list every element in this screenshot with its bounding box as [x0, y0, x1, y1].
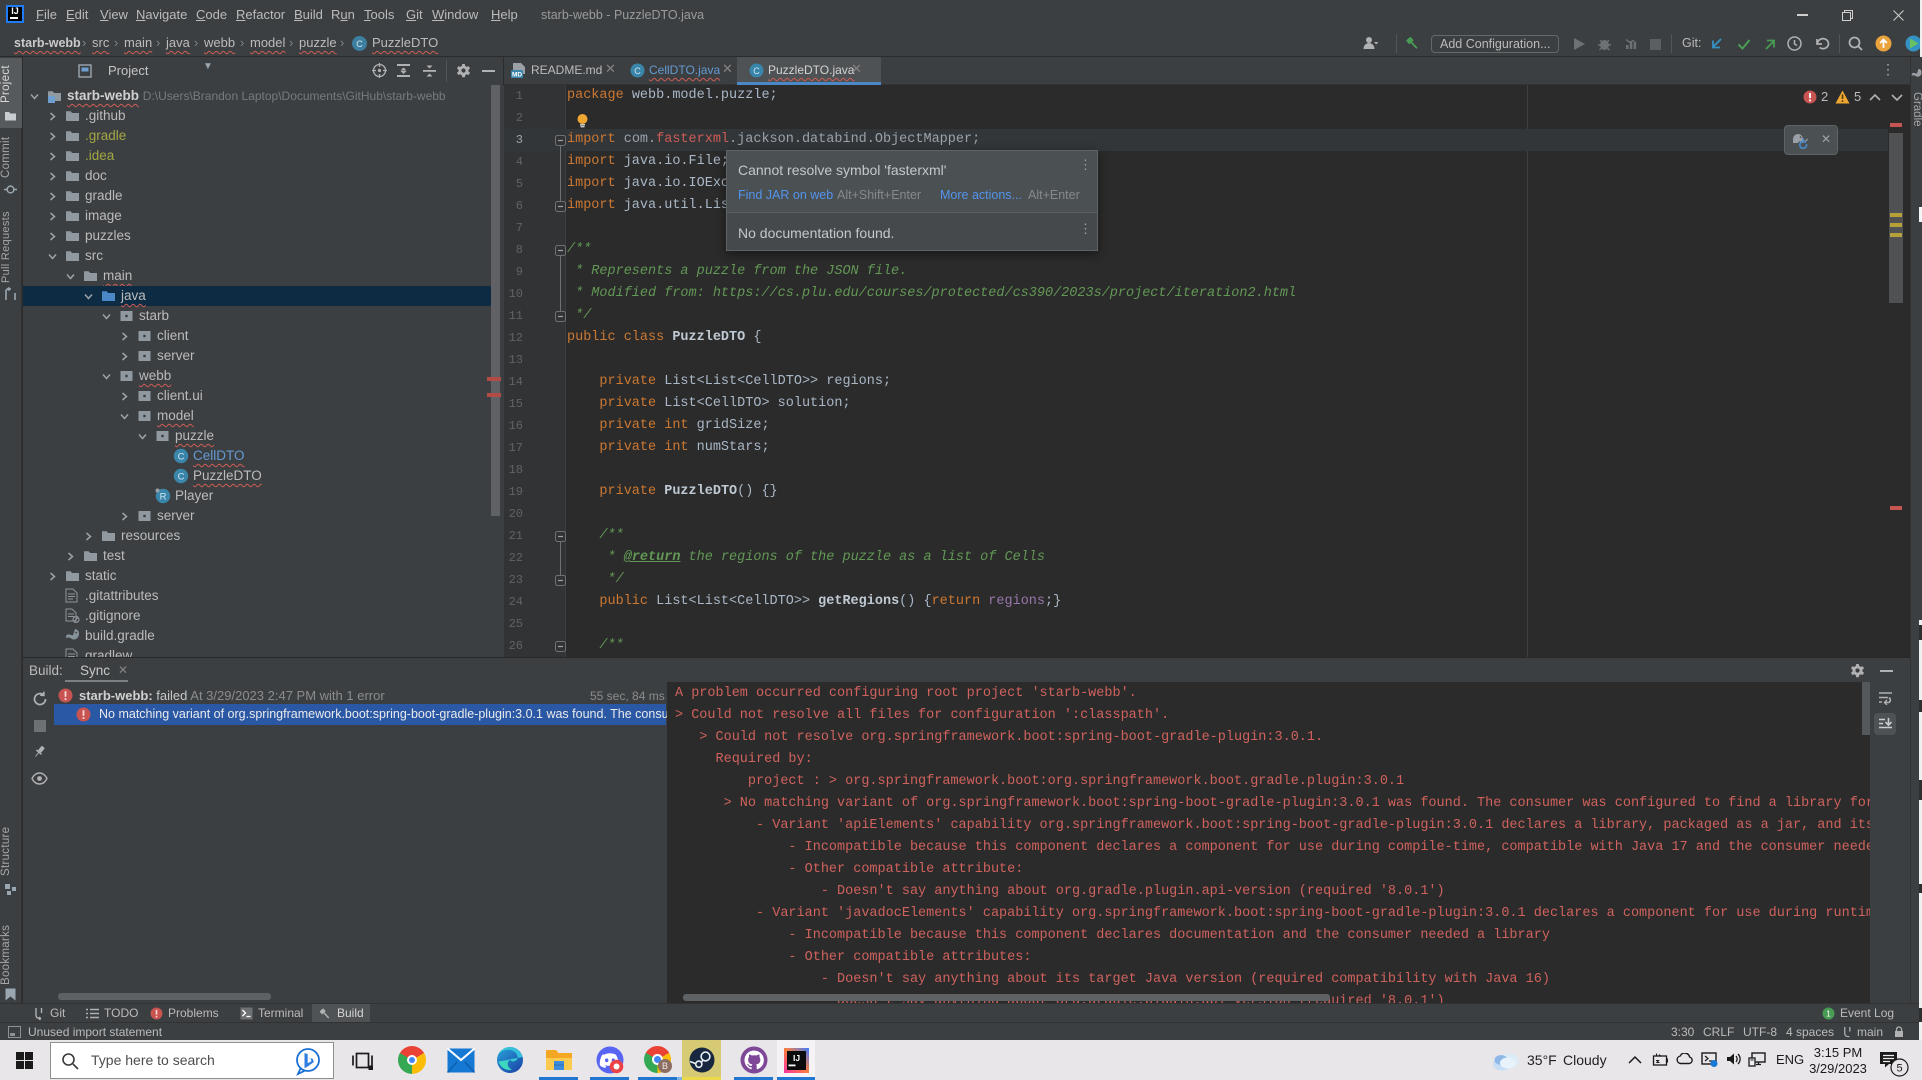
svg-text:1: 1 — [1826, 1010, 1831, 1019]
svg-text:C: C — [753, 66, 760, 76]
svg-text:C: C — [178, 452, 185, 463]
svg-text:MD: MD — [512, 72, 522, 79]
svg-text:C: C — [356, 39, 363, 49]
svg-text:IJ: IJ — [793, 1053, 800, 1063]
svg-text:R: R — [160, 492, 167, 503]
svg-text:5: 5 — [1896, 1063, 1902, 1075]
svg-text:C: C — [178, 472, 185, 483]
svg-text:C: C — [634, 66, 641, 76]
